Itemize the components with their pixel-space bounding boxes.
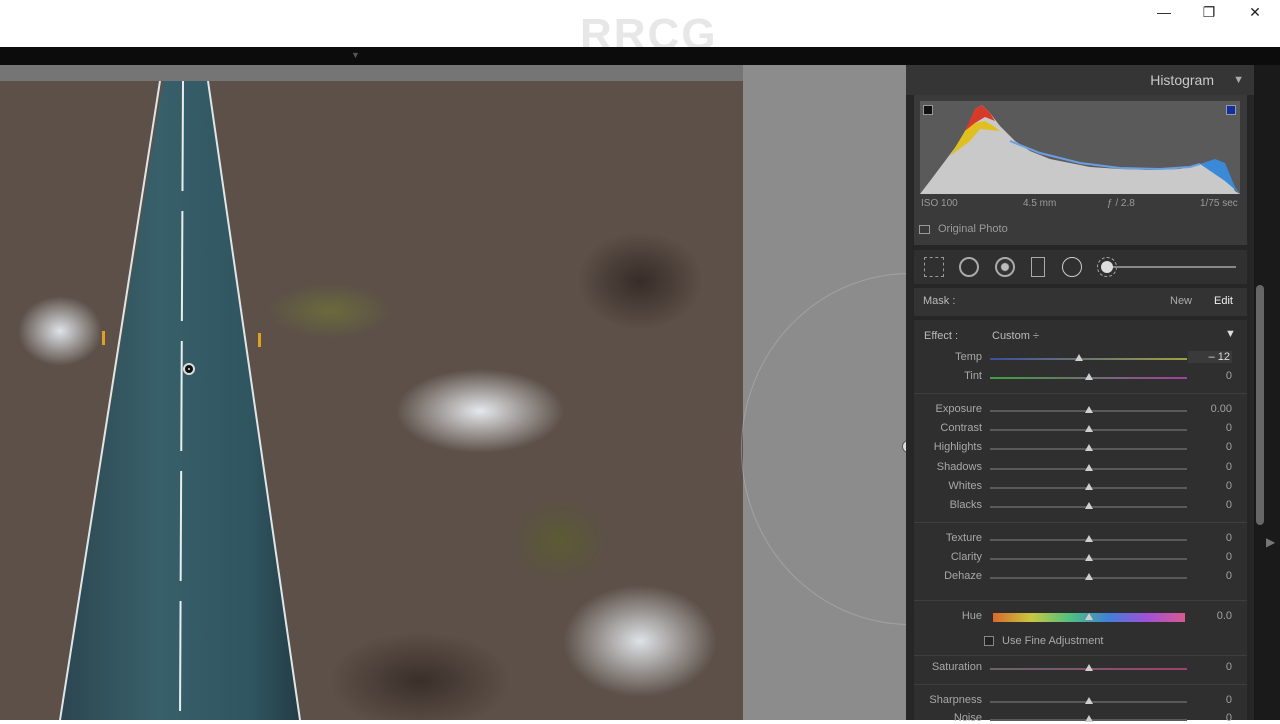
section-divider bbox=[914, 600, 1247, 601]
fine-adjustment-label: Use Fine Adjustment bbox=[1002, 635, 1104, 647]
app-top-bar: ▼ bbox=[0, 47, 1280, 65]
hue-slider-knob[interactable] bbox=[1084, 613, 1093, 620]
whites-slider-knob[interactable] bbox=[1084, 483, 1093, 490]
exif-aperture: ƒ / 2.8 bbox=[1107, 198, 1135, 209]
histogram-header[interactable]: Histogram ▼ bbox=[906, 65, 1254, 95]
saturation-label: Saturation bbox=[931, 661, 982, 673]
tint-slider-knob[interactable] bbox=[1084, 373, 1093, 380]
histogram-title: Histogram bbox=[1150, 72, 1214, 88]
sharpness-value[interactable]: 0 bbox=[1192, 694, 1232, 706]
tint-value[interactable]: 0 bbox=[1192, 370, 1232, 382]
temp-value[interactable]: – 12 bbox=[1188, 351, 1232, 363]
tool-strip-slider[interactable] bbox=[1108, 266, 1236, 268]
blacks-slider-knob[interactable] bbox=[1084, 502, 1093, 509]
section-divider bbox=[914, 393, 1247, 394]
highlight-clipping-icon[interactable] bbox=[1226, 105, 1236, 115]
highlights-label: Highlights bbox=[933, 441, 982, 453]
clarity-value[interactable]: 0 bbox=[1192, 551, 1232, 563]
crop-icon[interactable] bbox=[924, 257, 944, 277]
exposure-label: Exposure bbox=[935, 403, 982, 415]
whites-value[interactable]: 0 bbox=[1192, 480, 1232, 492]
texture-value[interactable]: 0 bbox=[1192, 532, 1232, 544]
checkbox-icon[interactable] bbox=[984, 636, 994, 647]
collapse-triangle-icon[interactable]: ▼ bbox=[351, 50, 360, 60]
blacks-value[interactable]: 0 bbox=[1192, 499, 1232, 511]
effect-label: Effect : bbox=[924, 330, 959, 342]
blacks-label: Blacks bbox=[949, 499, 982, 511]
lane-markings bbox=[59, 81, 301, 720]
highlights-slider-knob[interactable] bbox=[1084, 444, 1093, 451]
graduated-filter-icon[interactable] bbox=[1031, 257, 1045, 277]
section-divider bbox=[914, 684, 1247, 685]
shadows-label: Shadows bbox=[936, 461, 982, 473]
whites-label: Whites bbox=[948, 480, 982, 492]
saturation-slider-knob[interactable] bbox=[1084, 664, 1093, 671]
section-divider bbox=[914, 522, 1247, 523]
minimize-button[interactable]: — bbox=[1150, 4, 1178, 20]
close-button[interactable]: ✕ bbox=[1241, 4, 1269, 20]
tool-strip-slider-knob[interactable] bbox=[1101, 261, 1113, 273]
highlights-value[interactable]: 0 bbox=[1192, 441, 1232, 453]
mask-pin-icon[interactable] bbox=[183, 363, 195, 375]
noise-value[interactable]: 0 bbox=[1192, 712, 1232, 724]
exposure-value[interactable]: 0.00 bbox=[1192, 403, 1232, 415]
exif-shutter: 1/75 sec bbox=[1200, 198, 1238, 209]
contrast-slider-knob[interactable] bbox=[1084, 425, 1093, 432]
contrast-value[interactable]: 0 bbox=[1192, 422, 1232, 434]
clarity-slider-knob[interactable] bbox=[1084, 554, 1093, 561]
noise-label: Noise bbox=[953, 712, 982, 724]
saturation-value[interactable]: 0 bbox=[1192, 661, 1232, 673]
photo-top-strip bbox=[0, 65, 743, 81]
hue-label: Hue bbox=[961, 610, 982, 622]
spot-removal-icon[interactable] bbox=[959, 257, 979, 277]
clarity-label: Clarity bbox=[950, 551, 982, 563]
dehaze-slider-knob[interactable] bbox=[1084, 573, 1093, 580]
temp-slider[interactable] bbox=[990, 358, 1187, 360]
exposure-slider-knob[interactable] bbox=[1084, 406, 1093, 413]
mask-bar bbox=[914, 288, 1247, 316]
temp-label: Temp bbox=[955, 351, 982, 363]
hue-value[interactable]: 0.0 bbox=[1192, 610, 1232, 622]
panel-collapse-icon[interactable]: ▼ bbox=[1233, 74, 1244, 86]
shadows-value[interactable]: 0 bbox=[1192, 461, 1232, 473]
exif-focal: 4.5 mm bbox=[1023, 198, 1057, 209]
shadow-clipping-icon[interactable] bbox=[923, 105, 933, 115]
shadows-slider-knob[interactable] bbox=[1084, 464, 1093, 471]
original-photo-toggle[interactable]: Original Photo bbox=[919, 223, 1008, 235]
photo-canvas[interactable] bbox=[0, 81, 743, 720]
effect-collapse-icon[interactable]: ▼ bbox=[1225, 328, 1236, 340]
mask-label: Mask : bbox=[923, 295, 956, 307]
sharpness-label: Sharpness bbox=[929, 694, 982, 706]
sharpness-slider-knob[interactable] bbox=[1084, 697, 1093, 704]
collapse-right-panel-icon[interactable]: ▶ bbox=[1266, 535, 1275, 549]
section-divider bbox=[914, 655, 1247, 656]
radial-filter-icon[interactable] bbox=[1062, 257, 1082, 277]
dehaze-label: Dehaze bbox=[944, 570, 982, 582]
mask-edit-button[interactable]: Edit bbox=[1214, 295, 1233, 307]
mask-new-button[interactable]: New bbox=[1170, 295, 1192, 307]
texture-slider-knob[interactable] bbox=[1084, 535, 1093, 542]
original-photo-label: Original Photo bbox=[938, 223, 1008, 235]
noise-slider-knob[interactable] bbox=[1084, 715, 1093, 722]
dehaze-value[interactable]: 0 bbox=[1192, 570, 1232, 582]
fine-adjustment-toggle[interactable]: Use Fine Adjustment bbox=[984, 635, 1104, 647]
texture-label: Texture bbox=[945, 532, 982, 544]
temp-slider-knob[interactable] bbox=[1074, 354, 1083, 361]
restore-button[interactable]: ❐ bbox=[1195, 4, 1223, 20]
red-eye-icon[interactable] bbox=[995, 257, 1015, 277]
panel-scrollbar[interactable] bbox=[1256, 285, 1264, 525]
checkbox-icon[interactable] bbox=[919, 224, 930, 234]
tint-label: Tint bbox=[964, 370, 982, 382]
effect-preset-select[interactable]: Custom ÷ bbox=[992, 330, 1039, 342]
contrast-label: Contrast bbox=[940, 422, 982, 434]
exif-iso: ISO 100 bbox=[921, 198, 958, 209]
histogram-graph[interactable] bbox=[920, 101, 1240, 194]
